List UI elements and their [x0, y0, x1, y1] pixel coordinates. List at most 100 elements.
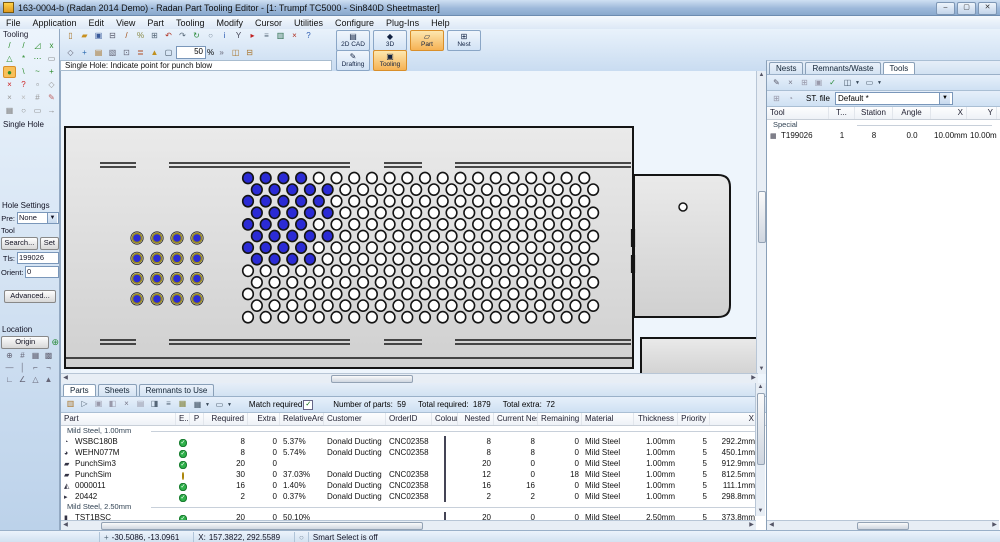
- open-icon[interactable]: ▰: [78, 30, 91, 42]
- tab-remnants-waste[interactable]: Remnants/Waste: [805, 62, 880, 74]
- app-button-drafting[interactable]: ✎Drafting: [336, 50, 370, 71]
- location-icon-0-0[interactable]: ⊕: [4, 351, 15, 361]
- tool-filter-combo-icon[interactable]: ▭: [863, 77, 876, 89]
- copy-tool-icon[interactable]: ⊞: [798, 77, 811, 89]
- parts-v-thumb[interactable]: [757, 393, 765, 465]
- column-header-currentnest[interactable]: Current Nest: [494, 413, 538, 425]
- image-icon[interactable]: ▧: [106, 47, 119, 59]
- tools-h-thumb[interactable]: [857, 522, 909, 530]
- pan-icon[interactable]: +: [78, 47, 91, 59]
- scroll-left-icon[interactable]: ◀: [767, 521, 776, 530]
- window-v-icon[interactable]: ⊟: [243, 47, 256, 59]
- location-icon-1-3[interactable]: ¬: [43, 363, 54, 373]
- app-button-tooling[interactable]: ▣Tooling: [373, 50, 407, 71]
- snip-icon[interactable]: %: [134, 30, 147, 42]
- menu-help[interactable]: Help: [425, 18, 456, 28]
- menu-modify[interactable]: Modify: [210, 18, 249, 28]
- circle-tool-icon[interactable]: ○: [17, 105, 30, 117]
- location-icon-2-3[interactable]: ▲: [43, 375, 54, 385]
- paste-tool-icon[interactable]: ▣: [812, 77, 825, 89]
- grid-tool-icon[interactable]: #: [31, 92, 44, 104]
- check-list-icon[interactable]: ✓: [826, 77, 839, 89]
- refresh-icon[interactable]: ↻: [190, 30, 203, 42]
- menu-configure[interactable]: Configure: [329, 18, 380, 28]
- column-header-x[interactable]: X: [710, 413, 758, 425]
- part-row[interactable]: ▸20442✓200.37%Donald DuctingCNC02358220M…: [61, 491, 766, 502]
- column-header-thickness[interactable]: Thickness: [634, 413, 678, 425]
- copy-part-icon[interactable]: ▤: [134, 398, 147, 410]
- menu-cursor[interactable]: Cursor: [249, 18, 288, 28]
- add-part-icon[interactable]: ▥: [64, 398, 77, 410]
- scroll-left-icon[interactable]: ◀: [61, 374, 70, 383]
- undo-icon[interactable]: ↶: [162, 30, 175, 42]
- zoom-apply-icon[interactable]: »: [215, 47, 228, 59]
- column-header-station[interactable]: Station: [855, 107, 893, 119]
- tab-tools[interactable]: Tools: [883, 62, 916, 74]
- table-row[interactable]: ▦T199026180.010.00mm10.00mm: [767, 130, 1000, 142]
- zoom-window-icon[interactable]: ▢: [162, 47, 175, 59]
- slash-tool-icon[interactable]: \: [17, 66, 30, 78]
- column-header-priority[interactable]: Priority: [678, 413, 710, 425]
- scroll-right-icon[interactable]: ▶: [749, 374, 758, 383]
- parts-h-thumb[interactable]: [101, 522, 423, 530]
- minimize-button[interactable]: –: [936, 2, 955, 15]
- scroll-up-icon[interactable]: ▲: [757, 71, 766, 80]
- advanced-button[interactable]: Advanced...: [4, 290, 56, 303]
- redo-icon[interactable]: ↷: [176, 30, 189, 42]
- import-part-icon[interactable]: ▷: [78, 398, 91, 410]
- column-header-orderid[interactable]: OrderID: [386, 413, 432, 425]
- tab-parts[interactable]: Parts: [63, 384, 96, 396]
- grid-icon[interactable]: ⊞: [770, 93, 783, 105]
- close-button[interactable]: ✕: [978, 2, 997, 15]
- tab-remnants-to-use[interactable]: Remnants to Use: [139, 384, 215, 396]
- app-button-3d[interactable]: ◆3D: [373, 30, 407, 51]
- location-icon-1-1[interactable]: │: [17, 363, 28, 373]
- star-tool-icon[interactable]: *: [17, 53, 30, 65]
- zoom-level-input[interactable]: 50: [176, 46, 206, 59]
- part-canvas[interactable]: ▲ ▼ ◀ ▶: [60, 71, 766, 383]
- line2-tool-icon[interactable]: /: [17, 40, 30, 52]
- column-header-p[interactable]: P: [190, 413, 204, 425]
- tool-view-combo-icon[interactable]: ◫: [841, 77, 854, 89]
- edit-icon[interactable]: /: [120, 30, 133, 42]
- location-icon-2-0[interactable]: ∟: [4, 375, 15, 385]
- scroll-down-icon[interactable]: ▼: [756, 507, 765, 516]
- canvas-vertical-scrollbar[interactable]: ▲ ▼: [756, 71, 766, 374]
- scroll-right-icon[interactable]: ▶: [747, 521, 756, 530]
- column-header-material[interactable]: Material: [582, 413, 634, 425]
- nest-part-icon[interactable]: ◨: [148, 398, 161, 410]
- redo-blow-icon[interactable]: ?: [17, 79, 30, 91]
- table-icon[interactable]: ▥: [274, 30, 287, 42]
- match-required-checkbox[interactable]: ✓: [303, 400, 313, 410]
- remove-x-icon[interactable]: ×: [3, 92, 16, 104]
- scroll-up-icon[interactable]: ▲: [756, 383, 765, 392]
- arrow-tool-icon[interactable]: →: [45, 105, 58, 117]
- bar-tool-icon[interactable]: ▭: [31, 105, 44, 117]
- delete-tool-icon[interactable]: ×: [784, 77, 797, 89]
- report-icon[interactable]: ▦: [176, 398, 189, 410]
- column-header-tool[interactable]: Tool: [767, 107, 829, 119]
- snap-icon[interactable]: ◇: [64, 47, 77, 59]
- scroll-right-icon[interactable]: ▶: [990, 521, 999, 530]
- tri-tool-icon[interactable]: △: [3, 53, 16, 65]
- clock-icon[interactable]: ◔: [784, 93, 797, 105]
- v-scroll-thumb[interactable]: [758, 191, 766, 243]
- wave-tool-icon[interactable]: ~: [31, 66, 44, 78]
- marker-icon[interactable]: ▲: [148, 47, 161, 59]
- column-header-required[interactable]: Required: [204, 413, 248, 425]
- cross-tool-icon[interactable]: x: [45, 40, 58, 52]
- filter-icon[interactable]: Y: [232, 30, 245, 42]
- window-tool-icon[interactable]: ▫: [31, 79, 44, 91]
- user-delete-icon[interactable]: ×: [288, 30, 301, 42]
- location-icon-0-2[interactable]: ▦: [30, 351, 41, 361]
- column-header-angle[interactable]: Angle: [893, 107, 931, 119]
- menu-plug-ins[interactable]: Plug-Ins: [380, 18, 425, 28]
- dots-tool-icon[interactable]: ⋯: [31, 53, 44, 65]
- location-icon-0-1[interactable]: #: [17, 351, 28, 361]
- app-button-nest[interactable]: ⊞Nest: [447, 30, 481, 51]
- menu-part[interactable]: Part: [141, 18, 170, 28]
- menu-edit[interactable]: Edit: [83, 18, 111, 28]
- delete-blow-icon[interactable]: ×: [3, 79, 16, 91]
- column-header-part[interactable]: Part: [61, 413, 176, 425]
- tab-nests[interactable]: Nests: [769, 62, 803, 74]
